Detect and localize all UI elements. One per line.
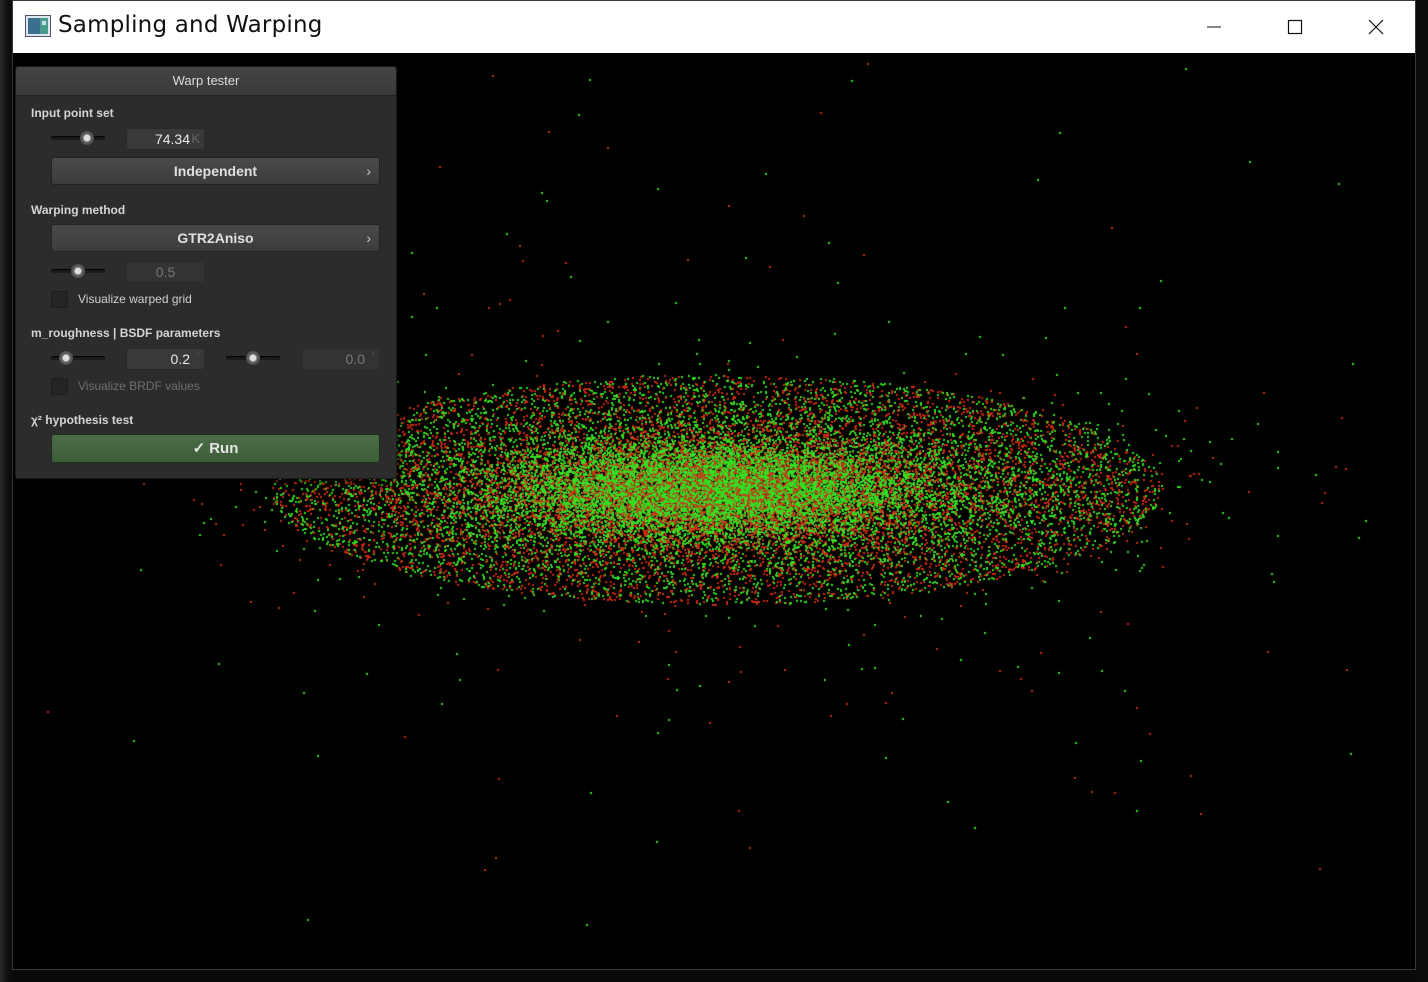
warp-param-value: 0.5 (155, 264, 176, 280)
point-count-slider[interactable] (51, 131, 105, 145)
warp-param-field[interactable]: 0.5 (126, 261, 205, 283)
hypothesis-test-label: χ² hypothesis test (31, 413, 134, 427)
maximize-button[interactable] (1255, 1, 1335, 53)
visualize-brdf-box[interactable] (51, 378, 68, 395)
close-icon (1368, 19, 1384, 35)
sampler-dropdown-label: Independent (173, 163, 258, 179)
background-desktop-right (1416, 0, 1428, 982)
title-bar[interactable]: Sampling and Warping (13, 1, 1415, 53)
app-icon (25, 15, 51, 37)
panel-title[interactable]: Warp tester (16, 67, 396, 96)
warp-param-slider[interactable] (51, 264, 105, 278)
checkmark-icon: ✓ (192, 440, 206, 457)
warp-param-slider-knob[interactable] (71, 264, 85, 278)
point-count-field[interactable]: 74.34 K (126, 128, 205, 150)
minimize-icon (1207, 26, 1221, 28)
bsdf-second-field[interactable]: 0.0 ° (301, 348, 380, 370)
visualize-brdf-label: Visualize BRDF values (78, 379, 200, 393)
visualize-warped-grid-box[interactable] (51, 291, 68, 308)
bsdf-second-slider[interactable] (226, 351, 280, 365)
warping-method-dropdown-label: GTR2Aniso (177, 230, 254, 246)
bsdf-second-value: 0.0 (345, 351, 365, 367)
maximize-icon (1287, 19, 1303, 35)
run-test-button[interactable]: ✓ Run (51, 434, 380, 463)
visualize-warped-grid-label: Visualize warped grid (78, 292, 192, 306)
point-count-slider-knob[interactable] (79, 131, 94, 145)
warping-method-label: Warping method (31, 203, 126, 217)
background-desktop-left (0, 0, 12, 982)
roughness-slider-knob[interactable] (59, 351, 73, 365)
window-title: Sampling and Warping (58, 12, 323, 38)
run-button-label: Run (209, 440, 239, 457)
roughness-value: 0.2 (170, 351, 190, 367)
warping-method-dropdown[interactable]: GTR2Aniso › (51, 224, 380, 252)
chevron-right-icon: › (366, 163, 371, 179)
bsdf-second-field-indicator: ° (371, 351, 375, 360)
chevron-right-icon: › (366, 230, 371, 246)
roughness-field-indicator: ° (196, 351, 200, 360)
close-button[interactable] (1336, 1, 1416, 53)
point-count-value: 74.34 (154, 131, 190, 147)
roughness-slider[interactable] (51, 351, 105, 365)
bsdf-parameters-label: m_roughness | BSDF parameters (31, 326, 221, 340)
warp-tester-panel: Warp tester Input point set 74.34 K Inde… (15, 66, 397, 479)
sampler-dropdown[interactable]: Independent › (51, 157, 380, 185)
bsdf-second-slider-knob[interactable] (246, 351, 260, 365)
point-count-unit: K (191, 131, 200, 146)
roughness-field[interactable]: 0.2 ° (126, 348, 205, 370)
app-window: Sampling and Warping Warp tester Input p… (12, 0, 1416, 970)
minimize-button[interactable] (1174, 1, 1254, 53)
input-point-set-label: Input point set (31, 106, 114, 120)
